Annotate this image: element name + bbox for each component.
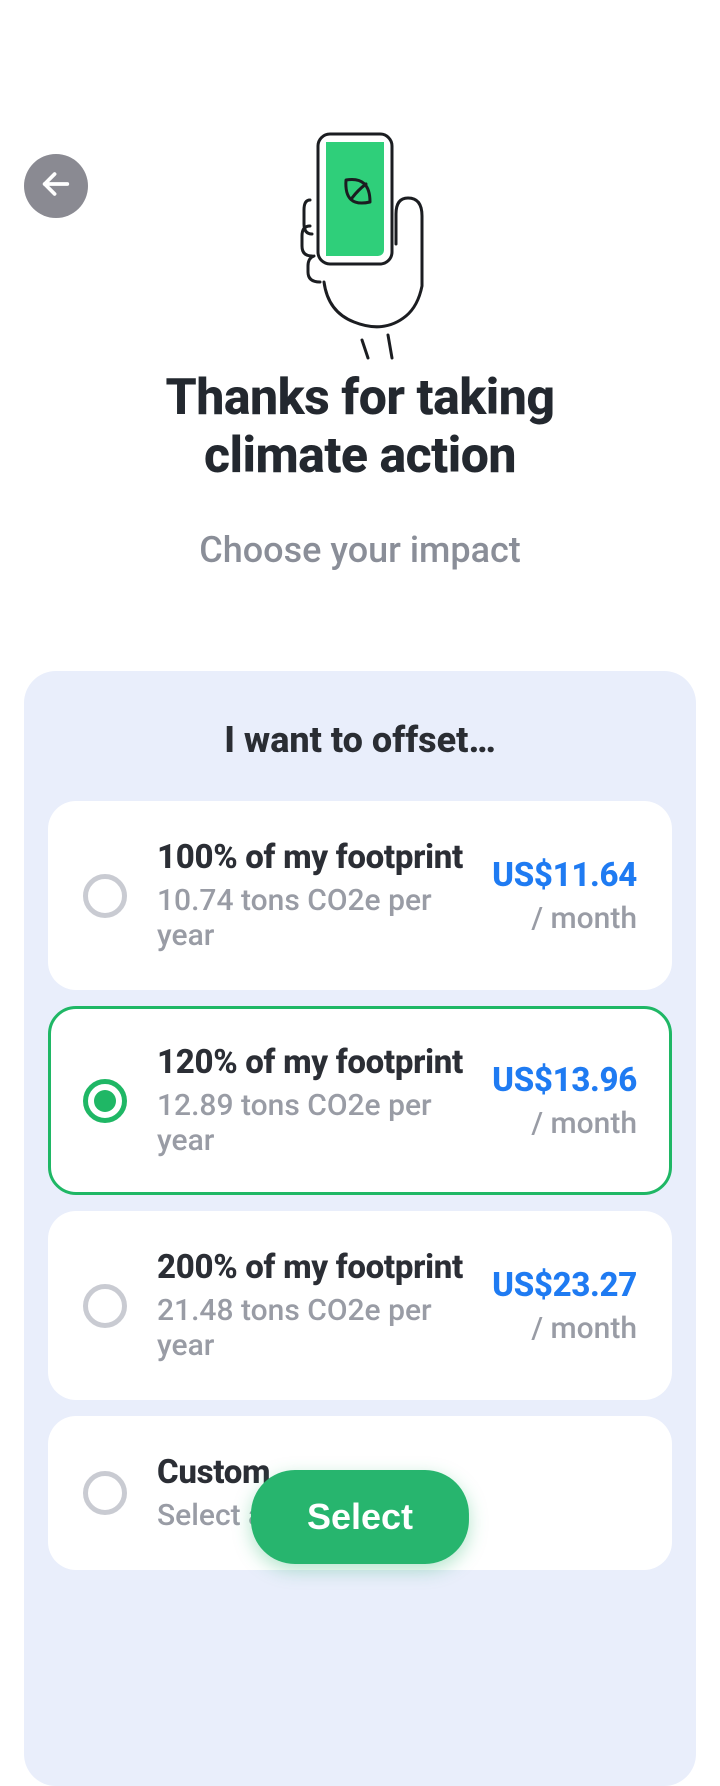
option-price-col: US$13.96 / month — [492, 1061, 637, 1141]
offset-panel: I want to offset… 100% of my footprint10… — [24, 671, 696, 1786]
option-main: 120% of my footprint 12.89 tons CO2e per … — [157, 1043, 480, 1158]
back-button[interactable] — [24, 154, 88, 218]
radio-unchecked-icon — [83, 874, 127, 918]
option-title: 200% of my footprint — [157, 1248, 480, 1287]
hero: Thanks for taking climate action Choose … — [0, 130, 720, 571]
option-subtitle: 21.48 tons CO2e per year — [157, 1293, 480, 1363]
radio-unchecked-icon — [83, 1284, 127, 1328]
option-price: US$11.64 — [492, 856, 637, 895]
offset-option[interactable]: 200% of my footprint 21.48 tons CO2e per … — [48, 1211, 672, 1400]
offset-option[interactable]: 120% of my footprint 12.89 tons CO2e per … — [48, 1006, 672, 1195]
select-button[interactable]: Select — [251, 1470, 469, 1564]
arrow-left-icon — [39, 167, 73, 205]
option-price: US$13.96 — [492, 1061, 637, 1100]
option-subtitle: 12.89 tons CO2e per year — [157, 1088, 480, 1158]
panel-heading: I want to offset… — [48, 719, 672, 761]
page-title: Thanks for taking climate action — [165, 370, 554, 485]
option-subtitle: 10.74 tons CO2e per year — [157, 883, 480, 953]
page-title-line2: climate action — [204, 427, 516, 485]
option-title: 100% of my footprint — [157, 838, 480, 877]
option-period: / month — [492, 1311, 637, 1346]
offset-option[interactable]: 100% of my footprint 10.74 tons CO2e per … — [48, 801, 672, 990]
radio-checked-icon — [83, 1079, 127, 1123]
page-subtitle: Choose your impact — [199, 529, 521, 571]
option-title: 120% of my footprint — [157, 1043, 480, 1082]
page-title-line1: Thanks for taking — [165, 369, 554, 427]
options-list: 100% of my footprint 10.74 tons CO2e per … — [48, 801, 672, 1570]
option-main: 200% of my footprint 21.48 tons CO2e per … — [157, 1248, 480, 1363]
hand-phone-illustration — [280, 130, 440, 360]
option-price-col: US$11.64 / month — [492, 856, 637, 936]
radio-unchecked-icon — [83, 1471, 127, 1515]
select-button-label: Select — [307, 1496, 413, 1537]
option-period: / month — [492, 901, 637, 936]
option-period: / month — [492, 1106, 637, 1141]
option-price-col: US$23.27 / month — [492, 1266, 637, 1346]
option-main: 100% of my footprint 10.74 tons CO2e per … — [157, 838, 480, 953]
option-price: US$23.27 — [492, 1266, 637, 1305]
